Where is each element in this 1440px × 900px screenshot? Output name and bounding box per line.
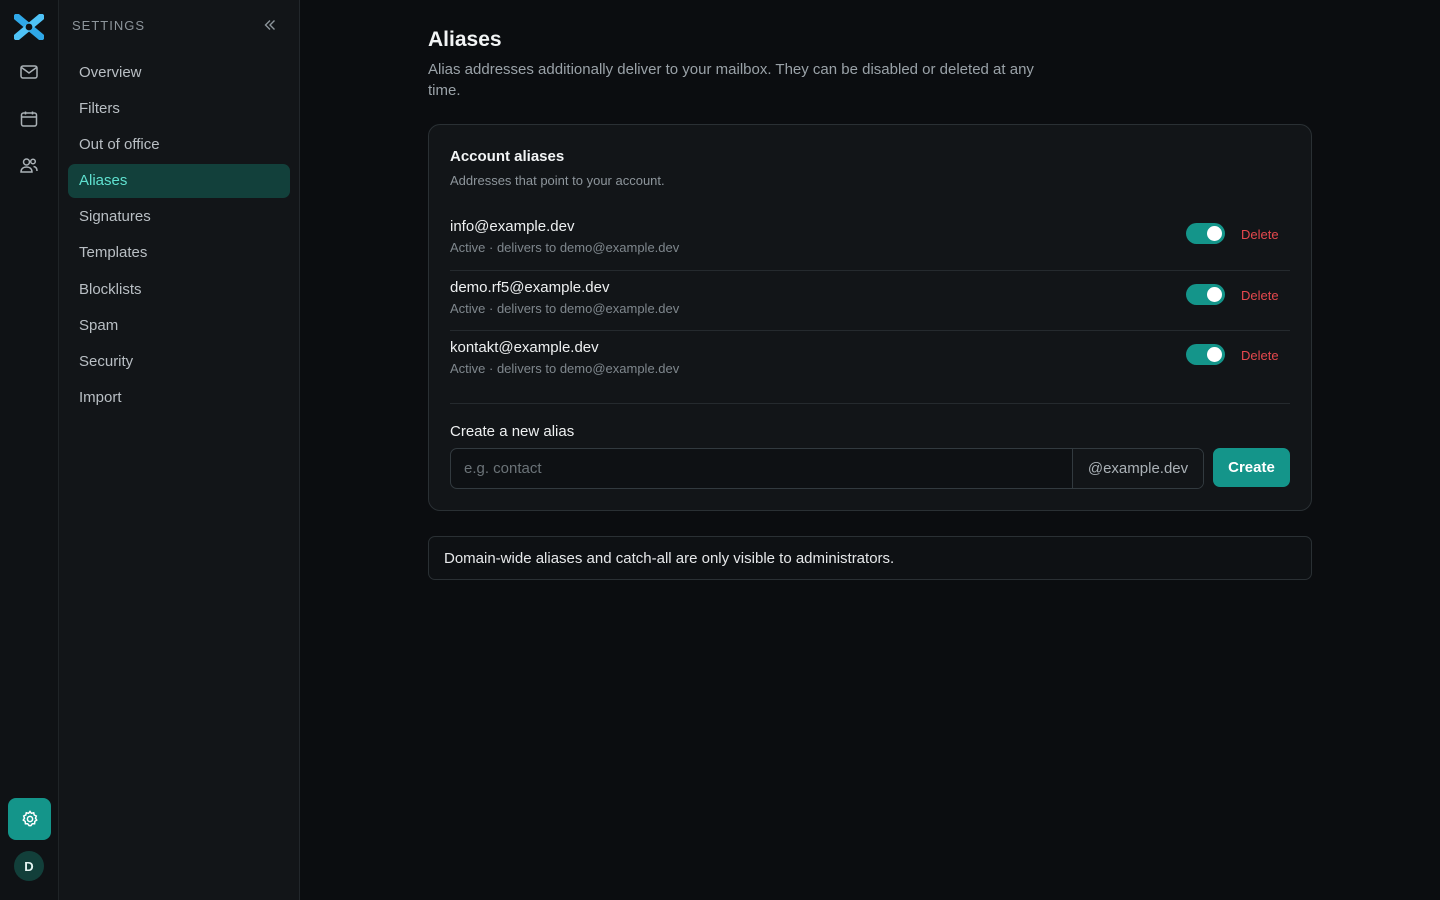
- app-rail: D: [0, 0, 59, 900]
- alias-meta: Active · delivers to demo@example.dev: [450, 240, 680, 255]
- sidebar-item-filters[interactable]: Filters: [68, 91, 290, 125]
- sidebar-item-templates[interactable]: Templates: [68, 236, 290, 270]
- settings-sidebar: SETTINGS Overview Filters Out of office …: [59, 0, 300, 900]
- new-alias-input[interactable]: [451, 449, 1072, 488]
- delete-alias-button[interactable]: Delete: [1241, 227, 1279, 242]
- alias-row: kontakt@example.dev Active · delivers to…: [450, 331, 1290, 392]
- calendar-icon[interactable]: [15, 105, 43, 133]
- alias-enabled-toggle[interactable]: [1186, 344, 1225, 365]
- gear-icon: [21, 810, 38, 827]
- alias-address: kontakt@example.dev: [450, 339, 599, 356]
- alias-meta: Active · delivers to demo@example.dev: [450, 300, 680, 316]
- create-alias-row: @example.dev Create: [450, 448, 1290, 489]
- sidebar-item-security[interactable]: Security: [68, 345, 290, 379]
- toggle-knob: [1207, 226, 1222, 241]
- divider: [450, 403, 1290, 404]
- sidebar-title: SETTINGS: [72, 18, 146, 33]
- create-alias-label: Create a new alias: [450, 423, 575, 440]
- contacts-icon[interactable]: [15, 151, 43, 179]
- domain-suffix: @example.dev: [1072, 449, 1203, 488]
- alias-row: info@example.dev Active · delivers to de…: [450, 210, 1290, 271]
- delete-alias-button[interactable]: Delete: [1241, 348, 1279, 363]
- sidebar-item-aliases[interactable]: Aliases: [68, 163, 290, 198]
- sidebar-item-import[interactable]: Import: [68, 381, 290, 415]
- account-aliases-card: Account aliases Addresses that point to …: [428, 124, 1312, 511]
- create-alias-button[interactable]: Create: [1213, 448, 1290, 487]
- alias-row: demo.rf5@example.dev Active · delivers t…: [450, 271, 1290, 331]
- avatar[interactable]: D: [14, 851, 44, 881]
- admin-notice: Domain-wide aliases and catch-all are on…: [428, 536, 1312, 580]
- app-logo-icon[interactable]: [13, 13, 45, 41]
- sidebar-item-overview[interactable]: Overview: [68, 55, 290, 89]
- card-title: Account aliases: [450, 148, 565, 165]
- toggle-knob: [1207, 347, 1222, 362]
- collapse-sidebar-button[interactable]: [260, 15, 280, 35]
- settings-nav: Overview Filters Out of office Aliases S…: [68, 55, 290, 417]
- card-subtitle: Addresses that point to your account.: [450, 173, 665, 188]
- alias-address: demo.rf5@example.dev: [450, 278, 610, 296]
- mail-icon[interactable]: [15, 58, 43, 86]
- sidebar-item-signatures[interactable]: Signatures: [68, 200, 290, 234]
- alias-input-group: @example.dev: [450, 448, 1204, 489]
- page-title: Aliases: [428, 28, 502, 51]
- alias-meta: Active · delivers to demo@example.dev: [450, 361, 680, 376]
- toggle-knob: [1207, 286, 1222, 302]
- alias-enabled-toggle[interactable]: [1186, 223, 1225, 244]
- settings-button[interactable]: [8, 798, 51, 840]
- chevrons-left-icon: [264, 20, 275, 30]
- page-description: Alias addresses additionally deliver to …: [428, 61, 1034, 99]
- alias-enabled-toggle[interactable]: [1186, 283, 1225, 305]
- sidebar-item-spam[interactable]: Spam: [68, 308, 290, 342]
- sidebar-item-out-of-office[interactable]: Out of office: [68, 127, 290, 161]
- delete-alias-button[interactable]: Delete: [1241, 288, 1279, 303]
- sidebar-item-blocklists[interactable]: Blocklists: [68, 272, 290, 306]
- alias-address: info@example.dev: [450, 218, 575, 235]
- alias-list: info@example.dev Active · delivers to de…: [450, 210, 1290, 392]
